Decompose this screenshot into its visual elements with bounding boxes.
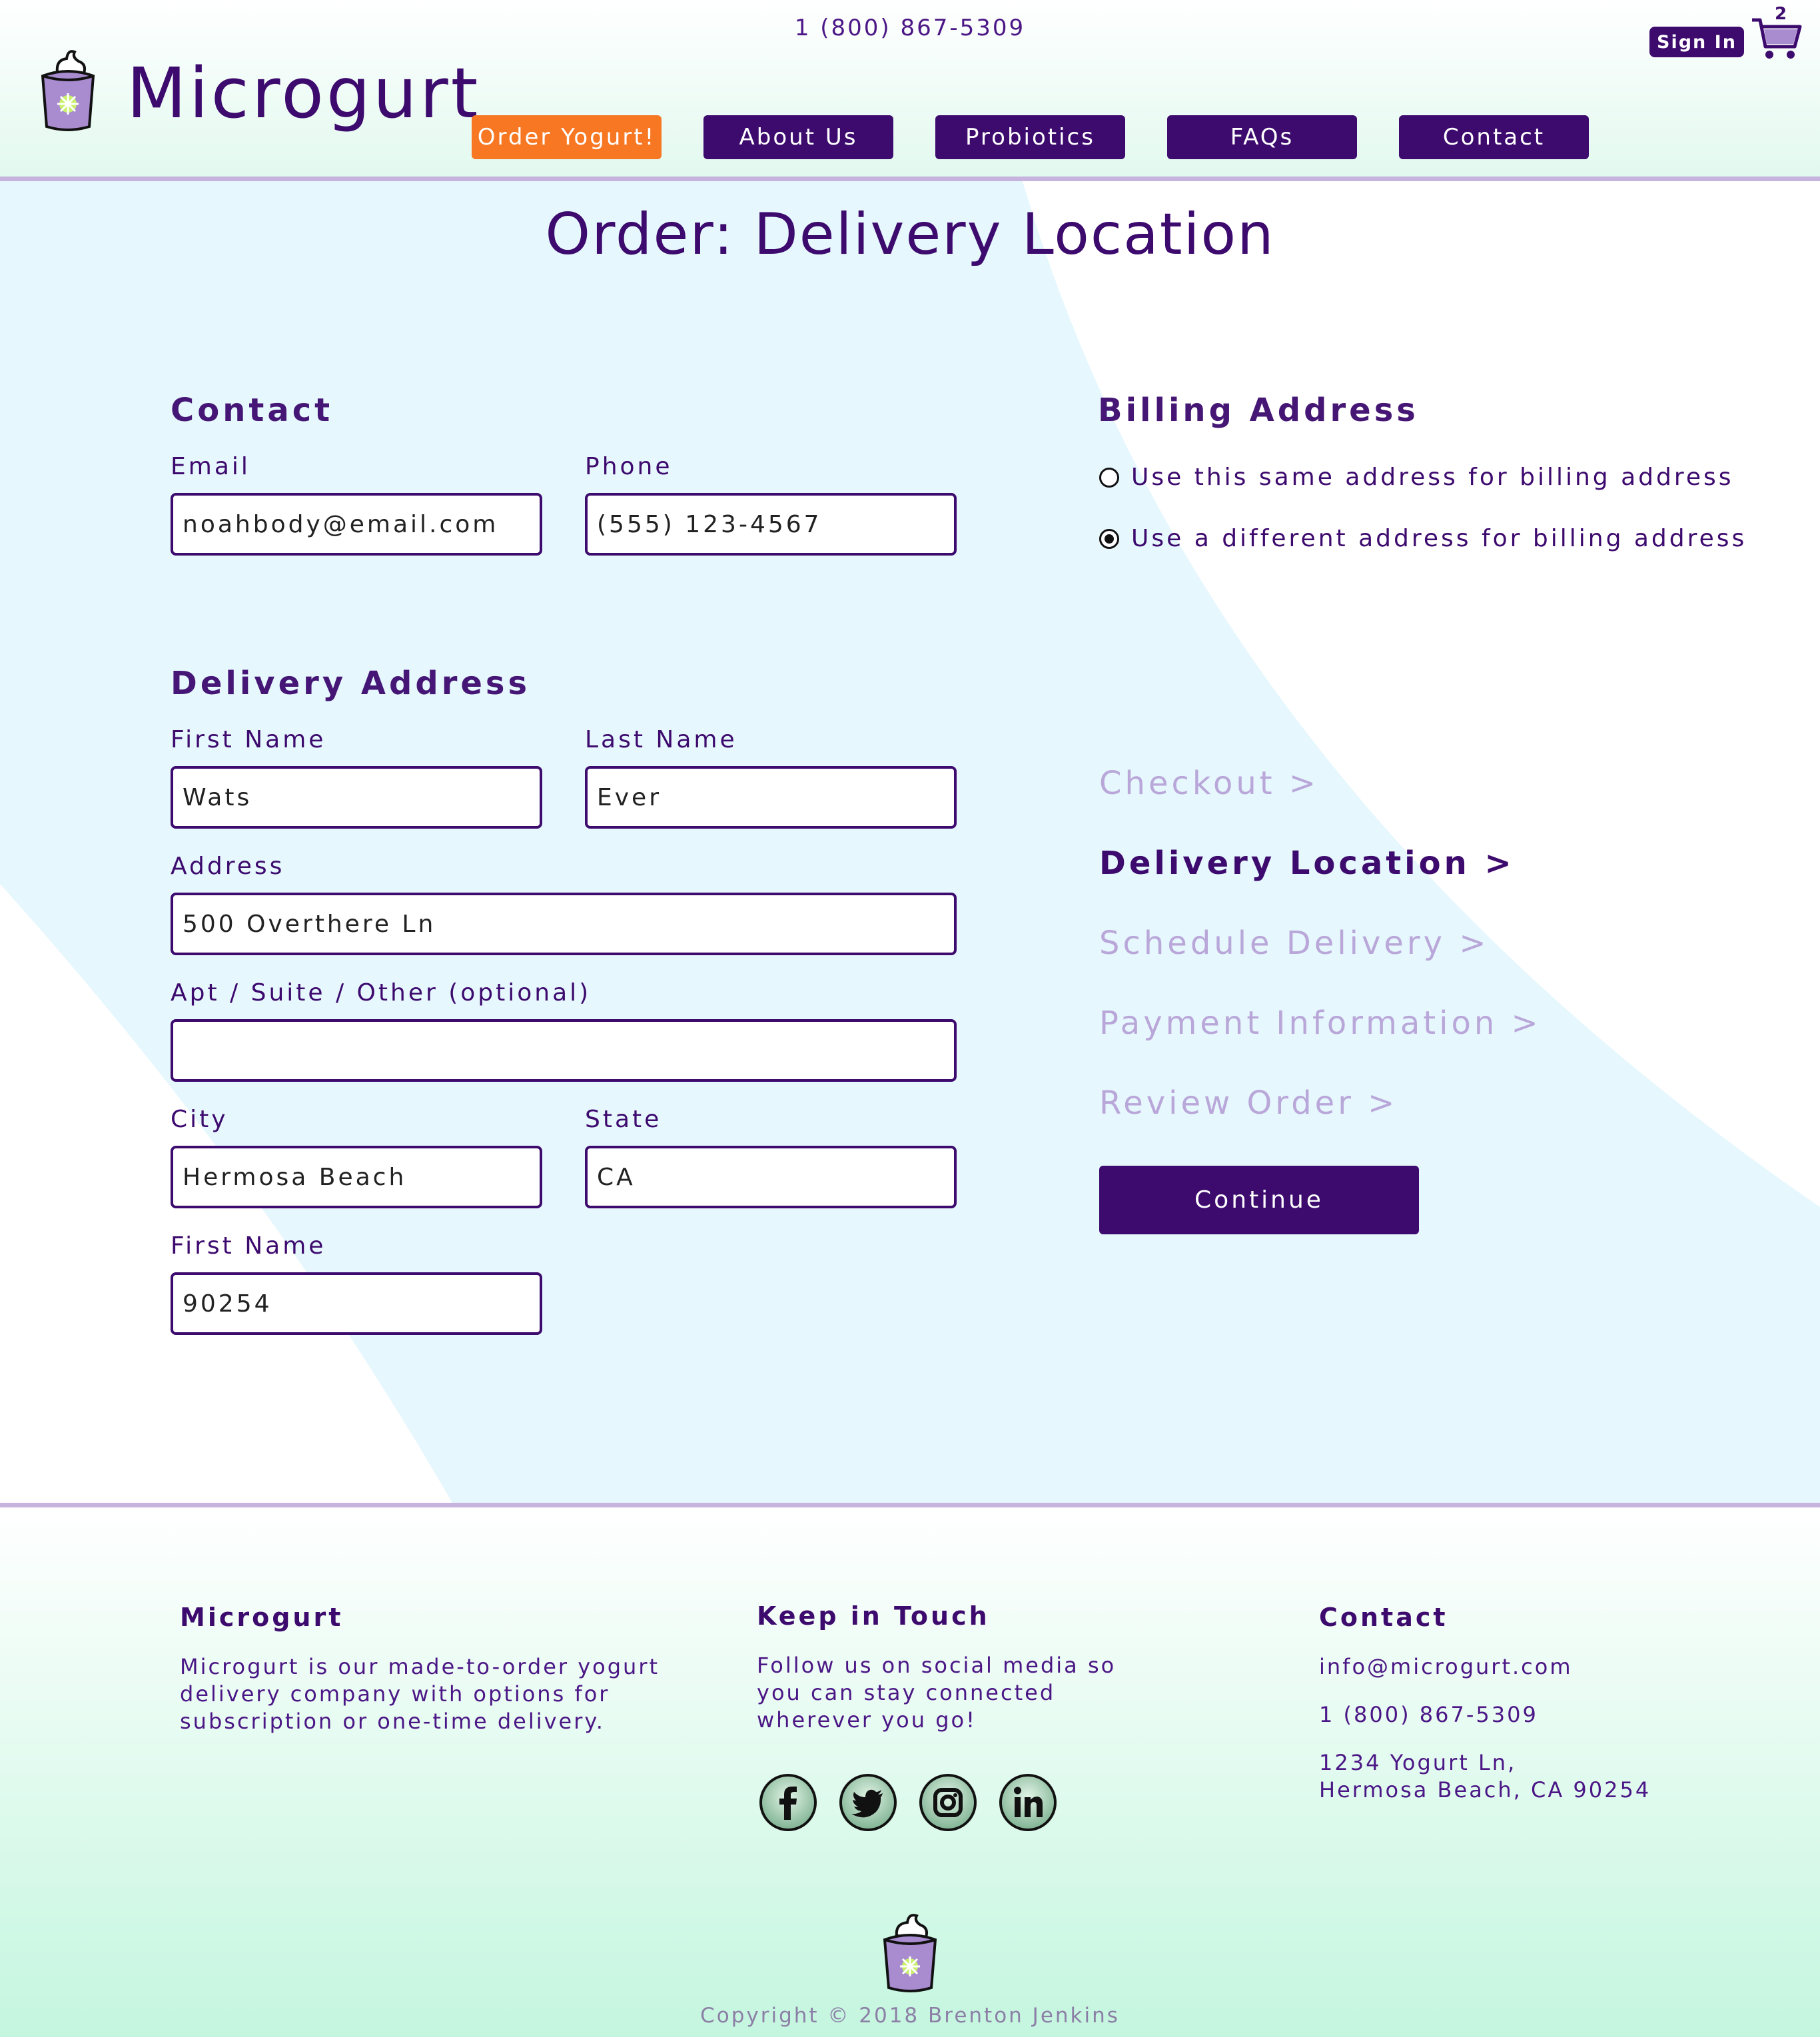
phone-field[interactable]: (555) 123-4567 (585, 493, 957, 556)
nav-contact[interactable]: Contact (1399, 115, 1589, 159)
delivery-address-heading: Delivery Address (171, 665, 531, 702)
linkedin-icon[interactable] (999, 1773, 1057, 1832)
footer-about-line: delivery company with options for (180, 1681, 610, 1707)
billing-same-option[interactable]: Use this same address for billing addres… (1099, 464, 1734, 491)
billing-address-heading: Billing Address (1098, 392, 1419, 429)
apt-suite-label: Apt / Suite / Other (optional) (171, 979, 592, 1007)
zip-label: First Name (171, 1232, 326, 1260)
phone-label: Phone (585, 453, 673, 480)
radio-billing-same[interactable] (1099, 467, 1119, 488)
continue-button[interactable]: Continue (1099, 1166, 1419, 1234)
nav-faqs[interactable]: FAQs (1167, 115, 1357, 159)
nav-order-yogurt[interactable]: Order Yogurt! (472, 115, 662, 159)
state-label: State (585, 1106, 662, 1133)
footer-phone[interactable]: 1 (800) 867-5309 (1319, 1701, 1538, 1729)
step-payment-information[interactable]: Payment Information > (1099, 1005, 1542, 1042)
billing-same-label: Use this same address for billing addres… (1131, 464, 1734, 491)
cart-icon[interactable] (1751, 15, 1803, 61)
footer-address-line: Hermosa Beach, CA 90254 (1319, 1777, 1651, 1803)
last-name-field[interactable]: Ever (585, 766, 957, 829)
footer-about-text: Microgurt is our made-to-order yogurt de… (180, 1653, 660, 1735)
page-title: Order: Delivery Location (545, 201, 1275, 268)
radio-billing-different[interactable] (1099, 528, 1119, 549)
facebook-icon[interactable] (759, 1773, 817, 1832)
step-schedule-delivery[interactable]: Schedule Delivery > (1099, 925, 1490, 962)
email-label: Email (171, 453, 250, 480)
nav-about-us[interactable]: About Us (703, 115, 893, 159)
twitter-icon[interactable] (839, 1773, 897, 1832)
state-field[interactable]: CA (585, 1146, 957, 1208)
first-name-field[interactable]: Wats (171, 766, 542, 829)
apt-suite-field[interactable] (171, 1019, 957, 1082)
step-review-order[interactable]: Review Order > (1099, 1084, 1398, 1122)
contact-heading: Contact (171, 392, 334, 429)
billing-different-option[interactable]: Use a different address for billing addr… (1099, 525, 1747, 552)
footer-social-line: wherever you go! (757, 1707, 977, 1733)
step-checkout[interactable]: Checkout > (1099, 765, 1319, 802)
header-phone[interactable]: 1 (800) 867-5309 (0, 15, 1820, 41)
yogurt-cup-logo-icon[interactable] (37, 47, 99, 132)
footer-address-line: 1234 Yogurt Ln, (1319, 1750, 1517, 1775)
site-header: 1 (800) 867-5309 Microgurt Order Yogurt!… (0, 0, 1820, 181)
address-label: Address (171, 853, 285, 880)
sign-in-button[interactable]: Sign In (1649, 27, 1744, 57)
city-field[interactable]: Hermosa Beach (171, 1146, 542, 1208)
footer-brand-heading: Microgurt (180, 1603, 344, 1632)
first-name-label: First Name (171, 726, 326, 753)
footer-social-line: you can stay connected (757, 1680, 1056, 1705)
step-delivery-location[interactable]: Delivery Location > (1099, 845, 1515, 882)
email-field[interactable]: noahbody@email.com (171, 493, 542, 556)
footer-yogurt-cup-logo-icon (883, 1914, 937, 1992)
city-label: City (171, 1106, 228, 1133)
instagram-icon[interactable] (919, 1773, 977, 1832)
billing-different-label: Use a different address for billing addr… (1131, 525, 1747, 552)
zip-field[interactable]: 90254 (171, 1272, 542, 1335)
last-name-label: Last Name (585, 726, 737, 753)
nav-probiotics[interactable]: Probiotics (935, 115, 1125, 159)
footer-social-line: Follow us on social media so (757, 1653, 1117, 1678)
address-field[interactable]: 500 Overthere Ln (171, 893, 957, 955)
copyright-text: Copyright © 2018 Brenton Jenkins (700, 2004, 1120, 2028)
footer-address: 1234 Yogurt Ln, Hermosa Beach, CA 90254 (1319, 1749, 1651, 1804)
footer-contact-heading: Contact (1319, 1603, 1448, 1632)
footer-keep-in-touch-heading: Keep in Touch (757, 1601, 990, 1631)
footer-social-text: Follow us on social media so you can sta… (757, 1652, 1116, 1734)
footer-email[interactable]: info@microgurt.com (1319, 1653, 1573, 1681)
footer-about-line: Microgurt is our made-to-order yogurt (180, 1654, 660, 1679)
footer-about-line: subscription or one-time delivery. (180, 1709, 605, 1734)
brand-name[interactable]: Microgurt (127, 59, 480, 128)
